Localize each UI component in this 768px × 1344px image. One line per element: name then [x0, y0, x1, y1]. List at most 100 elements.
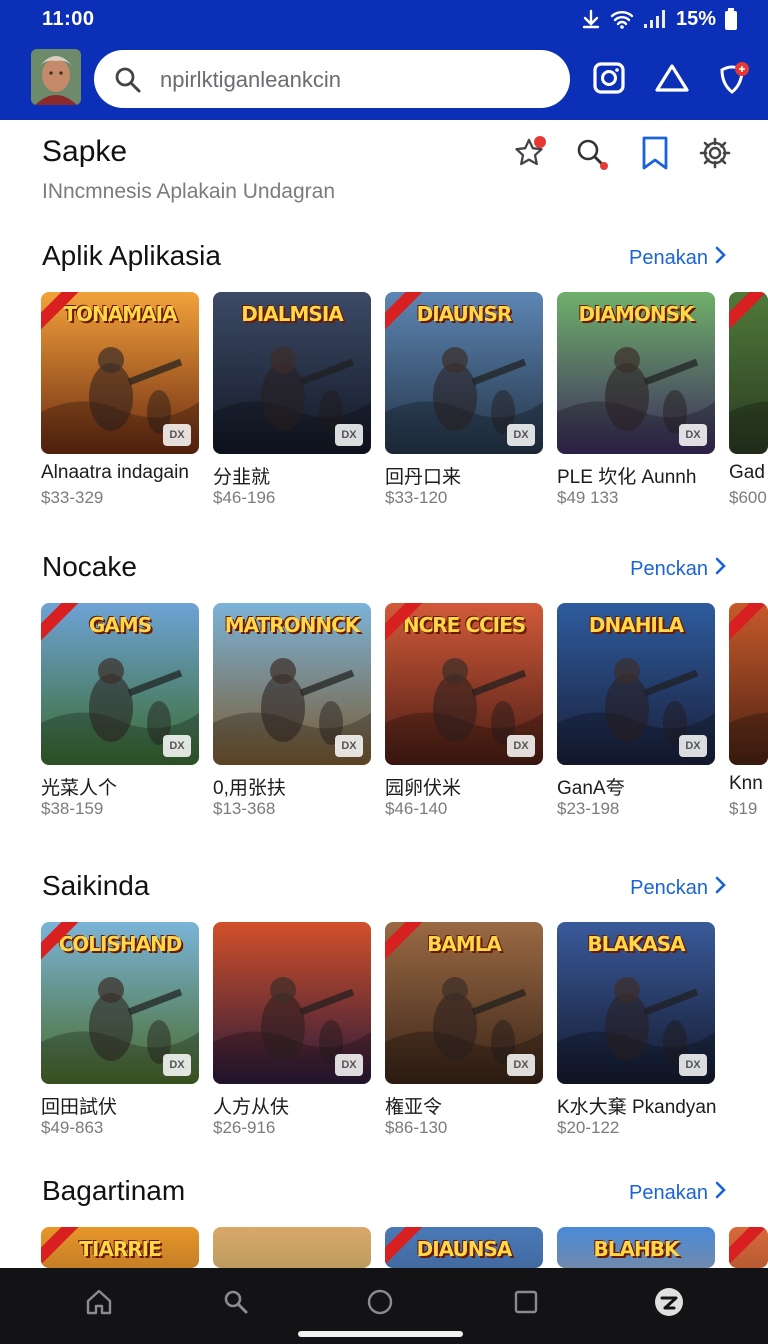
game-card-thumbnail[interactable]: [729, 603, 768, 765]
search-bar[interactable]: npirlktiganleankcin: [94, 50, 570, 108]
game-name[interactable]: 0,用张扶: [213, 773, 388, 800]
section-more-label: Penckan: [630, 876, 708, 899]
game-card-thumbnail[interactable]: DX: [213, 922, 371, 1084]
page-subtitle: INncmnesis Aplakain Undagran: [42, 180, 335, 203]
game-art-title: DIAUNSA: [416, 1237, 513, 1261]
game-card-thumbnail[interactable]: NCRE CCIES DX: [385, 603, 543, 765]
dx-badge-icon: DX: [163, 1054, 191, 1076]
game-name[interactable]: Alnaatra indagain: [41, 462, 216, 484]
game-name[interactable]: 回田試伏: [41, 1092, 216, 1119]
dx-badge-icon: DX: [335, 424, 363, 446]
triangle-icon[interactable]: [654, 58, 690, 98]
camera-icon[interactable]: [591, 58, 627, 98]
dx-badge-icon: DX: [507, 1054, 535, 1076]
game-price: $46-196: [213, 488, 276, 507]
dx-badge-icon: DX: [679, 1054, 707, 1076]
home-indicator[interactable]: [298, 1331, 463, 1337]
game-art-title: BLAKASA: [587, 932, 685, 956]
section-title: Bagartinam: [42, 1175, 186, 1206]
section-more-link[interactable]: Penakan: [629, 246, 726, 270]
game-card-thumbnail[interactable]: GAMS DX: [41, 603, 199, 765]
home-icon[interactable]: [77, 1282, 121, 1322]
section-more-link[interactable]: Penckan: [630, 557, 726, 581]
game-name[interactable]: 光菜人个: [41, 773, 216, 800]
status-time: 11:00: [42, 8, 95, 30]
game-art-title: COLISHAND: [58, 932, 183, 956]
game-art-title: BAMLA: [427, 932, 502, 956]
dx-badge-icon: DX: [335, 1054, 363, 1076]
bookmark-icon[interactable]: [636, 134, 674, 172]
chevron-right-icon: [714, 1181, 726, 1205]
game-art-title: TONAMAIA: [63, 302, 177, 326]
chevron-right-icon: [714, 557, 726, 581]
game-card-thumbnail[interactable]: MATRONNCK DX: [213, 603, 371, 765]
game-name[interactable]: 分韭就: [213, 462, 388, 489]
game-price: $38-159: [41, 799, 104, 818]
game-name[interactable]: Gad: [729, 462, 768, 484]
game-card-thumbnail[interactable]: TIARRIE: [41, 1227, 199, 1268]
game-card-thumbnail[interactable]: DIAMONSK DX: [557, 292, 715, 454]
search-icon[interactable]: [572, 134, 610, 172]
game-name[interactable]: 园卵伏米: [385, 773, 560, 800]
star-badge-icon[interactable]: [510, 134, 548, 172]
section-title: Aplik Aplikasia: [42, 240, 221, 271]
game-card-thumbnail[interactable]: [213, 1227, 371, 1268]
section-more-link[interactable]: Penckan: [630, 876, 726, 900]
game-name[interactable]: GanA夸: [557, 773, 732, 800]
game-price: $20-122: [557, 1118, 620, 1137]
section-title: Saikinda: [42, 870, 150, 901]
game-card-thumbnail[interactable]: BLAHBK: [557, 1227, 715, 1268]
game-card-thumbnail[interactable]: [729, 1227, 768, 1268]
gear-icon[interactable]: [696, 134, 734, 172]
game-name[interactable]: 権亚令: [385, 1092, 560, 1119]
game-card-thumbnail[interactable]: DNAHILA DX: [557, 603, 715, 765]
game-price: $86-130: [385, 1118, 448, 1137]
dx-badge-icon: DX: [679, 424, 707, 446]
game-card-thumbnail[interactable]: COLISHAND DX: [41, 922, 199, 1084]
game-card-thumbnail[interactable]: BAMLA DX: [385, 922, 543, 1084]
section-more-label: Penckan: [630, 557, 708, 580]
chevron-right-icon: [714, 876, 726, 900]
search-icon: [114, 66, 142, 99]
game-name[interactable]: PLE 坎化 Aunnh: [557, 462, 732, 489]
game-art-title: TIARRIE: [79, 1237, 161, 1261]
game-art-title: DIALMSIA: [241, 302, 344, 326]
status-icons: 15%: [580, 6, 738, 32]
notification-shield-icon[interactable]: [714, 58, 750, 98]
game-art-title: DNAHILA: [588, 613, 684, 637]
battery-percent: 15%: [675, 7, 716, 30]
game-card-thumbnail[interactable]: [729, 292, 768, 454]
game-card-thumbnail[interactable]: DIAUNSR DX: [385, 292, 543, 454]
search-icon[interactable]: [214, 1282, 258, 1322]
game-price: $49 133: [557, 488, 619, 507]
profile-circle-icon[interactable]: [647, 1282, 691, 1322]
game-art-title: NCRE CCIES: [402, 613, 526, 637]
dx-badge-icon: DX: [163, 735, 191, 757]
dx-badge-icon: DX: [335, 735, 363, 757]
signal-icon: [642, 8, 668, 30]
game-name[interactable]: 人方从伕: [213, 1092, 388, 1119]
recents-square-icon[interactable]: [504, 1282, 548, 1322]
circle-home-icon[interactable]: [358, 1282, 402, 1322]
game-name[interactable]: K水大棄 Pkandyan: [557, 1092, 732, 1119]
avatar[interactable]: [31, 49, 81, 105]
game-name[interactable]: 回丹口来: [385, 462, 560, 489]
section-more-link[interactable]: Penakan: [629, 1181, 726, 1205]
download-icon: [580, 8, 602, 30]
search-input[interactable]: npirlktiganleankcin: [160, 67, 341, 93]
game-price: $19: [729, 799, 758, 818]
game-price: $33-329: [41, 488, 104, 507]
wifi-icon: [610, 9, 634, 29]
game-card-thumbnail[interactable]: DIALMSIA DX: [213, 292, 371, 454]
game-name[interactable]: Knn: [729, 773, 768, 795]
game-card-thumbnail[interactable]: DIAUNSA: [385, 1227, 543, 1268]
status-bar: 11:00 15%: [0, 0, 768, 38]
game-art-title: DIAUNSR: [416, 302, 513, 326]
section-more-label: Penakan: [629, 1181, 708, 1204]
game-price: $46-140: [385, 799, 448, 818]
dx-badge-icon: DX: [163, 424, 191, 446]
game-card-thumbnail[interactable]: TONAMAIA DX: [41, 292, 199, 454]
game-price: $13-368: [213, 799, 276, 818]
game-price: $600: [729, 488, 767, 507]
game-card-thumbnail[interactable]: BLAKASA DX: [557, 922, 715, 1084]
